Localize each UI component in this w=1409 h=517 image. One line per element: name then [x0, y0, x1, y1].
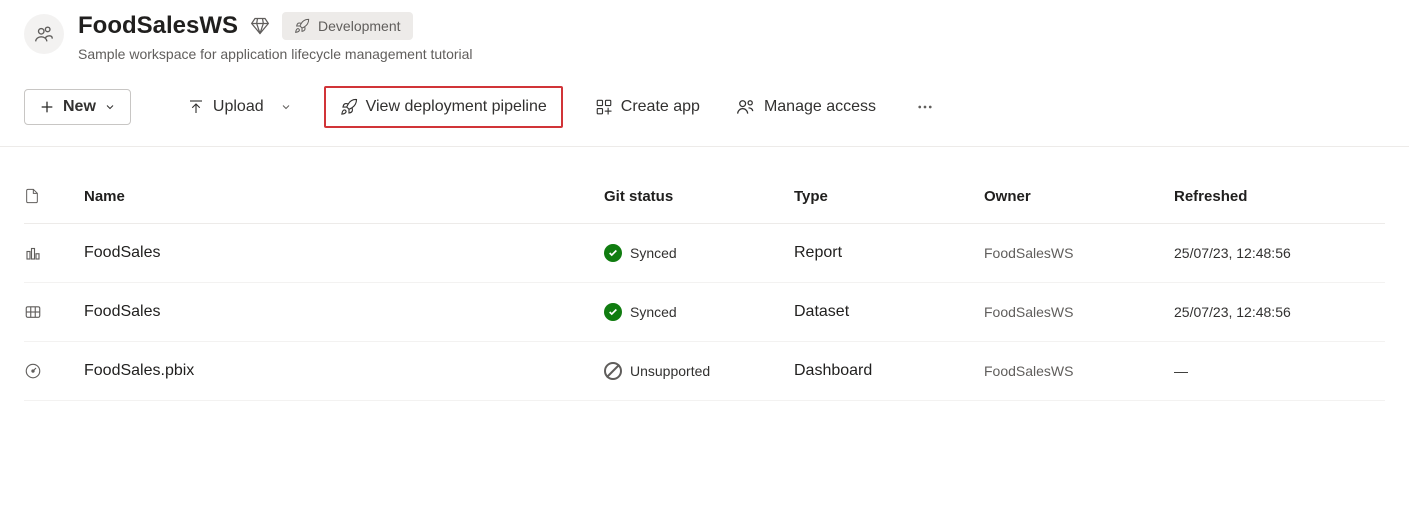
- rocket-icon: [294, 18, 310, 34]
- view-deployment-pipeline-button[interactable]: View deployment pipeline: [324, 86, 563, 128]
- manage-access-label: Manage access: [764, 98, 876, 116]
- refreshed-column-header[interactable]: Refreshed: [1174, 188, 1385, 205]
- item-type: Dataset: [794, 303, 984, 321]
- environment-badge[interactable]: Development: [282, 12, 413, 40]
- unsupported-status-icon: [604, 362, 622, 380]
- upload-button[interactable]: Upload: [183, 90, 296, 124]
- workspace-avatar-icon: [24, 14, 64, 54]
- new-button-label: New: [63, 98, 96, 116]
- table-header-row: Name Git status Type Owner Refreshed: [24, 175, 1385, 224]
- git-status-text: Synced: [630, 304, 677, 320]
- git-status-cell: Synced: [604, 303, 794, 321]
- git-status-text: Unsupported: [630, 363, 710, 379]
- chevron-down-icon: [104, 101, 116, 113]
- upload-button-label: Upload: [213, 98, 264, 116]
- app-icon: [595, 98, 613, 116]
- item-refreshed: —: [1174, 363, 1385, 379]
- dashboard-icon: [24, 362, 84, 380]
- chevron-down-icon: [280, 101, 292, 113]
- workspace-title: FoodSalesWS: [78, 12, 238, 40]
- people-icon: [736, 97, 756, 117]
- diamond-icon[interactable]: [250, 16, 270, 36]
- upload-icon: [187, 98, 205, 116]
- dataset-icon: [24, 303, 84, 321]
- create-app-label: Create app: [621, 98, 700, 116]
- plus-icon: [39, 99, 55, 115]
- rocket-icon: [340, 98, 358, 116]
- workspace-description: Sample workspace for application lifecyc…: [78, 46, 473, 62]
- new-button[interactable]: New: [24, 89, 131, 125]
- manage-access-button[interactable]: Manage access: [732, 89, 880, 125]
- file-type-column-header[interactable]: [24, 187, 84, 205]
- environment-label: Development: [318, 18, 401, 34]
- item-name[interactable]: FoodSales.pbix: [84, 362, 604, 380]
- item-refreshed: 25/07/23, 12:48:56: [1174, 304, 1385, 320]
- item-owner: FoodSalesWS: [984, 304, 1174, 320]
- git-status-cell: Unsupported: [604, 362, 794, 380]
- git-status-cell: Synced: [604, 244, 794, 262]
- owner-column-header[interactable]: Owner: [984, 188, 1174, 205]
- file-icon: [24, 187, 40, 205]
- item-name[interactable]: FoodSales: [84, 303, 604, 321]
- items-table: Name Git status Type Owner Refreshed Foo…: [0, 147, 1409, 401]
- type-column-header[interactable]: Type: [794, 188, 984, 205]
- view-pipeline-label: View deployment pipeline: [366, 98, 547, 116]
- table-row[interactable]: FoodSales Synced Report FoodSalesWS 25/0…: [24, 224, 1385, 283]
- git-status-column-header[interactable]: Git status: [604, 188, 794, 205]
- item-type: Report: [794, 244, 984, 262]
- item-name[interactable]: FoodSales: [84, 244, 604, 262]
- workspace-header: FoodSalesWS Development Sample: [0, 0, 1409, 78]
- synced-status-icon: [604, 244, 622, 262]
- item-type: Dashboard: [794, 362, 984, 380]
- synced-status-icon: [604, 303, 622, 321]
- item-owner: FoodSalesWS: [984, 245, 1174, 261]
- toolbar: New Upload View deployment pipeline: [0, 78, 1409, 147]
- more-options-button[interactable]: [908, 90, 942, 124]
- table-row[interactable]: FoodSales Synced Dataset FoodSalesWS 25/…: [24, 283, 1385, 342]
- create-app-button[interactable]: Create app: [591, 90, 704, 124]
- item-owner: FoodSalesWS: [984, 363, 1174, 379]
- name-column-header[interactable]: Name: [84, 188, 604, 205]
- git-status-text: Synced: [630, 245, 677, 261]
- table-row[interactable]: FoodSales.pbix Unsupported Dashboard Foo…: [24, 342, 1385, 401]
- item-refreshed: 25/07/23, 12:48:56: [1174, 245, 1385, 261]
- report-icon: [24, 244, 84, 262]
